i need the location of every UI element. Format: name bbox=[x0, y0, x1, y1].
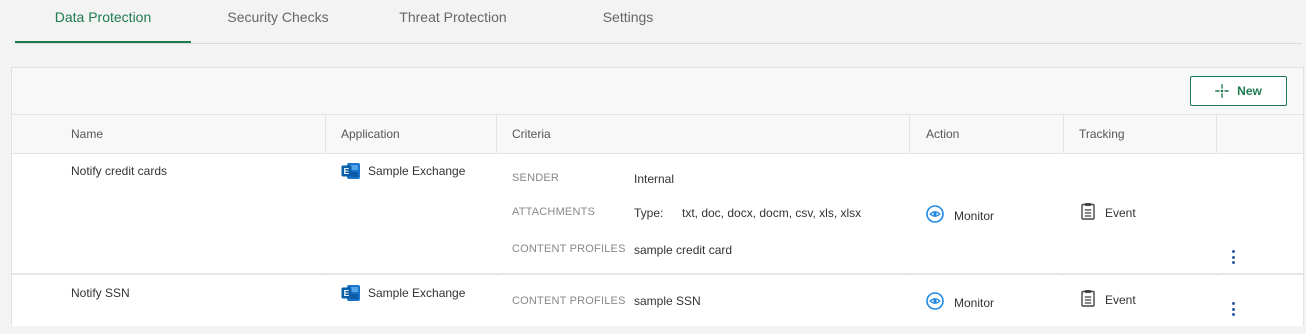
table-row[interactable]: Notify credit cards E Sample Exchange SE… bbox=[12, 154, 1303, 275]
monitor-eye-icon bbox=[926, 205, 944, 226]
exchange-icon: E bbox=[341, 284, 361, 302]
criteria-content-profiles-label: CONTENT PROFILES bbox=[512, 295, 626, 307]
criteria-content-profiles-label: CONTENT PROFILES bbox=[512, 243, 626, 255]
tracking-label: Event bbox=[1105, 205, 1136, 220]
column-header-criteria[interactable]: Criteria bbox=[512, 115, 551, 154]
tracking-cell: Event bbox=[1081, 289, 1136, 310]
column-header-name[interactable]: Name bbox=[71, 115, 103, 154]
table-header: Name Application Criteria Action Trackin… bbox=[12, 115, 1303, 154]
clipboard-icon bbox=[1081, 202, 1095, 223]
sparkle-plus-icon bbox=[1215, 84, 1230, 98]
policy-name[interactable]: Notify SSN bbox=[71, 286, 130, 300]
tab-security-checks[interactable]: Security Checks bbox=[210, 0, 346, 43]
application-cell: E Sample Exchange bbox=[341, 162, 465, 180]
application-name: Sample Exchange bbox=[368, 286, 466, 300]
action-label: Monitor bbox=[954, 208, 995, 223]
row-menu-kebab-icon[interactable] bbox=[1228, 302, 1238, 320]
column-header-action[interactable]: Action bbox=[926, 115, 959, 154]
tab-threat-protection[interactable]: Threat Protection bbox=[385, 0, 521, 43]
monitor-eye-icon bbox=[926, 292, 944, 313]
tab-data-protection[interactable]: Data Protection bbox=[15, 0, 191, 44]
application-cell: E Sample Exchange bbox=[341, 284, 465, 302]
action-label: Monitor bbox=[954, 295, 995, 310]
criteria-content-profiles-value: sample SSN bbox=[634, 294, 701, 308]
tab-bar: Data Protection Security Checks Threat P… bbox=[0, 0, 1306, 45]
criteria-attachments-type-label: Type: bbox=[634, 206, 664, 220]
svg-text:E: E bbox=[344, 288, 350, 298]
action-cell: Monitor bbox=[926, 292, 994, 313]
policies-panel: New Name Application Criteria Action Tra… bbox=[11, 67, 1304, 326]
action-cell: Monitor bbox=[926, 205, 994, 226]
criteria-attachments-label: ATTACHMENTS bbox=[512, 206, 596, 218]
new-button[interactable]: New bbox=[1190, 76, 1287, 106]
policy-name[interactable]: Notify credit cards bbox=[71, 164, 167, 178]
criteria-sender-label: SENDER bbox=[512, 172, 560, 184]
svg-text:E: E bbox=[344, 166, 350, 176]
column-header-tracking[interactable]: Tracking bbox=[1079, 115, 1125, 154]
tracking-cell: Event bbox=[1081, 202, 1136, 223]
new-button-label: New bbox=[1237, 84, 1262, 98]
application-name: Sample Exchange bbox=[368, 164, 466, 178]
criteria-attachments-types: txt, doc, docx, docm, csv, xls, xlsx bbox=[682, 206, 862, 220]
tracking-label: Event bbox=[1105, 292, 1136, 307]
criteria-sender-value: Internal bbox=[634, 172, 675, 186]
column-header-application[interactable]: Application bbox=[341, 115, 400, 154]
exchange-icon: E bbox=[341, 162, 361, 180]
tab-divider bbox=[15, 43, 1302, 44]
criteria-content-profiles-value: sample credit card bbox=[634, 243, 733, 257]
tab-settings[interactable]: Settings bbox=[585, 0, 671, 43]
clipboard-icon bbox=[1081, 289, 1095, 310]
row-menu-kebab-icon[interactable] bbox=[1228, 250, 1238, 268]
panel-toolbar: New bbox=[12, 68, 1303, 115]
table-row[interactable]: Notify SSN E Sample Exchange CONTENT PRO… bbox=[12, 276, 1303, 326]
